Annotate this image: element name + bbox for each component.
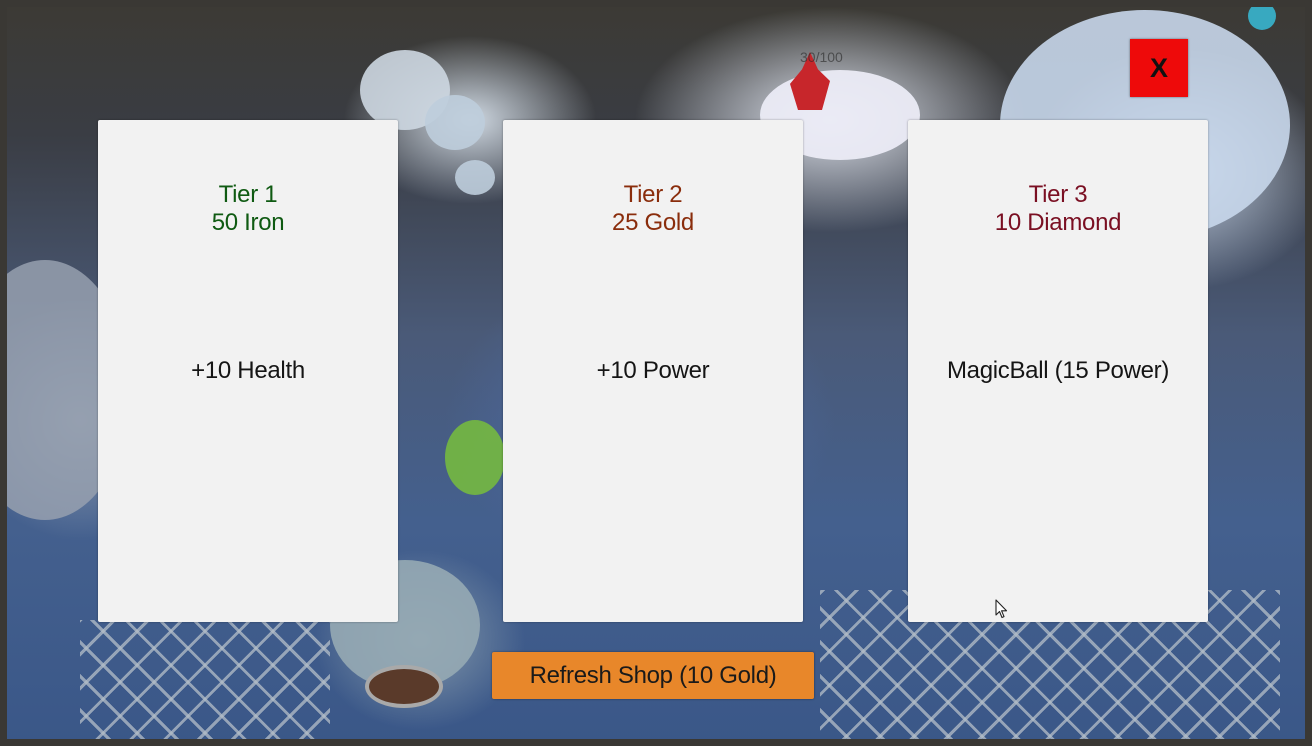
mouse-cursor-icon: [995, 599, 1008, 619]
refresh-shop-button[interactable]: Refresh Shop (10 Gold): [492, 652, 814, 699]
shop-card-tier-3[interactable]: Tier 3 10 Diamond MagicBall (15 Power): [908, 120, 1208, 622]
tier-label: Tier 1: [218, 181, 278, 208]
shop-card-tier-2[interactable]: Tier 2 25 Gold +10 Power: [503, 120, 803, 622]
reward-label: MagicBall (15 Power): [946, 357, 1170, 384]
tier-cost: 25 Gold: [612, 209, 694, 236]
tier-cost: 10 Diamond: [994, 209, 1122, 236]
reward-label: +10 Power: [596, 357, 710, 384]
tier-header: Tier 1 50 Iron: [98, 181, 398, 237]
close-button[interactable]: X: [1130, 39, 1188, 97]
tier-header: Tier 3 10 Diamond: [908, 181, 1208, 237]
tier-label: Tier 3: [1028, 181, 1088, 208]
tier-cost: 50 Iron: [211, 209, 285, 236]
tier-header: Tier 2 25 Gold: [503, 181, 803, 237]
tier-label: Tier 2: [623, 181, 683, 208]
reward-label: +10 Health: [191, 357, 305, 384]
shop-card-tier-1[interactable]: Tier 1 50 Iron +10 Health: [98, 120, 398, 622]
